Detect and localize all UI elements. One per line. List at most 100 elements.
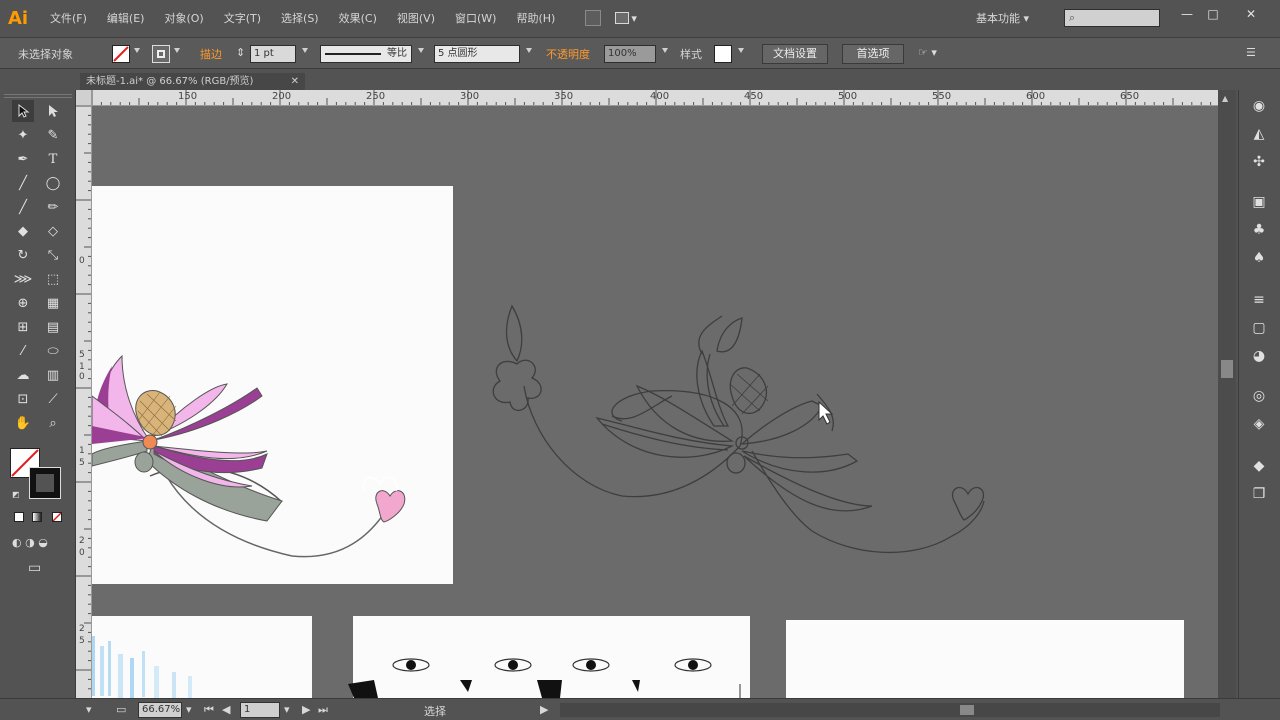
scale-icon[interactable]: ⤡ <box>42 244 64 266</box>
lasso-icon[interactable]: ✎ <box>42 124 64 146</box>
graphic-style-swatch[interactable] <box>714 45 732 63</box>
magic-wand-icon[interactable]: ✦ <box>12 124 34 146</box>
graphic-styles-icon[interactable]: ♠ <box>1249 248 1269 268</box>
chevron-down-icon[interactable]: ▾ <box>284 703 290 716</box>
blob-brush-icon[interactable]: ◆ <box>12 220 34 242</box>
stroke-weight-field[interactable]: 1 pt <box>250 45 296 63</box>
blend-icon[interactable]: ⬭ <box>42 340 64 362</box>
gradient-mode-icon[interactable] <box>32 512 42 522</box>
ruler-origin[interactable] <box>76 90 92 106</box>
scroll-up-icon[interactable]: ▲ <box>1222 94 1228 103</box>
arrange-options-icon[interactable]: ☞ ▾ <box>918 46 937 59</box>
close-button[interactable]: ✕ <box>1240 6 1262 22</box>
menu-help[interactable]: 帮助(H) <box>516 10 555 26</box>
ellipse-icon[interactable]: ◯ <box>42 172 64 194</box>
first-page-icon[interactable]: ⏮ <box>204 703 214 717</box>
default-colors-icon[interactable]: ◩ <box>12 490 20 499</box>
panel-grip[interactable] <box>4 94 72 98</box>
chevron-down-icon[interactable] <box>134 48 140 53</box>
menu-view[interactable]: 视图(V) <box>397 10 435 26</box>
menu-effect[interactable]: 效果(C) <box>339 10 377 26</box>
perspective-grid-icon[interactable]: ▦ <box>42 292 64 314</box>
artboards-icon[interactable]: ❐ <box>1249 484 1269 504</box>
zoom-icon[interactable]: ⌕ <box>42 412 64 434</box>
artboard-canvas[interactable] <box>92 106 1218 698</box>
minimize-button[interactable]: — <box>1176 6 1198 22</box>
panel-menu-icon[interactable]: ☰ <box>1246 46 1256 59</box>
chevron-down-icon[interactable]: ▾ <box>186 703 192 716</box>
preferences-button[interactable]: 首选项 <box>842 44 904 64</box>
swatches-icon[interactable]: ✣ <box>1249 152 1269 172</box>
close-tab-icon[interactable]: ✕ <box>291 73 299 91</box>
stroke-stepper-icon[interactable]: ⇕ <box>236 46 245 59</box>
menu-select[interactable]: 选择(S) <box>281 10 319 26</box>
mesh-icon[interactable]: ⊞ <box>12 316 34 338</box>
opacity-field[interactable]: 100% <box>604 45 656 63</box>
type-icon[interactable]: T <box>42 148 64 170</box>
vertical-scrollbar[interactable]: ▲ <box>1218 90 1236 698</box>
stroke-label[interactable]: 描边 <box>200 46 222 62</box>
menu-edit[interactable]: 编辑(E) <box>107 10 145 26</box>
layers-icon[interactable]: ◆ <box>1249 456 1269 476</box>
scroll-thumb[interactable] <box>1221 360 1233 378</box>
maximize-button[interactable]: □ <box>1202 6 1224 22</box>
stroke-color-box[interactable] <box>29 467 61 499</box>
color-guide-icon[interactable]: ◭ <box>1249 124 1269 144</box>
zoom-field[interactable]: 66.67% <box>138 702 182 718</box>
fill-swatch[interactable] <box>112 45 130 63</box>
document-setup-button[interactable]: 文档设置 <box>762 44 828 64</box>
chevron-down-icon[interactable] <box>418 48 424 53</box>
brush-definition-field[interactable]: 5 点圆形 <box>434 45 520 63</box>
line-icon[interactable]: ╱ <box>12 172 34 194</box>
bridge-button[interactable] <box>585 10 602 26</box>
gradient-panel-icon[interactable]: ▢ <box>1249 318 1269 338</box>
paintbrush-icon[interactable]: ╱ <box>12 196 34 218</box>
arrange-documents-button[interactable]: ▾ <box>615 12 637 25</box>
horizontal-scrollbar[interactable] <box>560 703 1220 717</box>
chevron-down-icon[interactable] <box>302 48 308 53</box>
navigator-icon[interactable]: ◈ <box>1249 414 1269 434</box>
rotate-icon[interactable]: ↻ <box>12 244 34 266</box>
eyedropper-icon[interactable]: ⁄ <box>12 340 34 362</box>
page-icon[interactable]: ▭ <box>116 703 126 716</box>
selection-icon[interactable] <box>12 100 34 122</box>
vertical-ruler[interactable]: 0 5 1 0 1 5 2 0 2 5 <box>76 106 92 698</box>
horizontal-ruler[interactable]: 150 200 250 300 350 400 450 500 550 600 … <box>92 90 1218 106</box>
eraser-icon[interactable]: ◇ <box>42 220 64 242</box>
menu-window[interactable]: 窗口(W) <box>455 10 496 26</box>
color-panel-icon[interactable]: ◉ <box>1249 96 1269 116</box>
warp-icon[interactable]: ⋙ <box>12 268 34 290</box>
chevron-down-icon[interactable] <box>174 48 180 53</box>
opacity-label[interactable]: 不透明度 <box>546 46 590 62</box>
shape-builder-icon[interactable]: ⊕ <box>12 292 34 314</box>
none-mode-icon[interactable] <box>52 512 62 522</box>
screen-mode-icon[interactable]: ▭ <box>28 560 41 576</box>
column-graph-icon[interactable]: ▥ <box>42 364 64 386</box>
menu-object[interactable]: 对象(O) <box>164 10 203 26</box>
appearance-icon[interactable]: ◎ <box>1249 386 1269 406</box>
pencil-icon[interactable]: ✏ <box>42 196 64 218</box>
gradient-icon[interactable]: ▤ <box>42 316 64 338</box>
menu-type[interactable]: 文字(T) <box>224 10 261 26</box>
page-field[interactable]: 1 <box>240 702 280 718</box>
menu-file[interactable]: 文件(F) <box>50 10 87 26</box>
chevron-down-icon[interactable] <box>738 48 744 53</box>
variable-width-profile[interactable]: 等比 <box>320 45 412 63</box>
direct-selection-icon[interactable] <box>42 100 64 122</box>
chevron-down-icon[interactable] <box>662 48 668 53</box>
brushes-icon[interactable]: ▣ <box>1249 192 1269 212</box>
stroke-swatch[interactable] <box>152 45 170 63</box>
document-tab[interactable]: 未标题-1.ai* @ 66.67% (RGB/预览) ✕ <box>80 73 305 91</box>
last-page-icon[interactable]: ⏭ <box>318 703 328 717</box>
symbol-sprayer-icon[interactable]: ☁ <box>12 364 34 386</box>
hand-icon[interactable]: ✋ <box>12 412 34 434</box>
symbols-icon[interactable]: ♣ <box>1249 220 1269 240</box>
draw-mode-icon[interactable]: ◐ ◑ ◒ <box>12 536 48 549</box>
prev-page-icon[interactable]: ◀ <box>222 703 230 716</box>
stroke-icon[interactable]: ≡ <box>1249 290 1269 310</box>
next-page-icon[interactable]: ▶ <box>302 703 310 716</box>
pen-icon[interactable]: ✒ <box>12 148 34 170</box>
free-transform-icon[interactable]: ⬚ <box>42 268 64 290</box>
status-menu-icon[interactable]: ▶ <box>540 703 548 716</box>
search-input[interactable]: ⌕ <box>1064 9 1160 27</box>
